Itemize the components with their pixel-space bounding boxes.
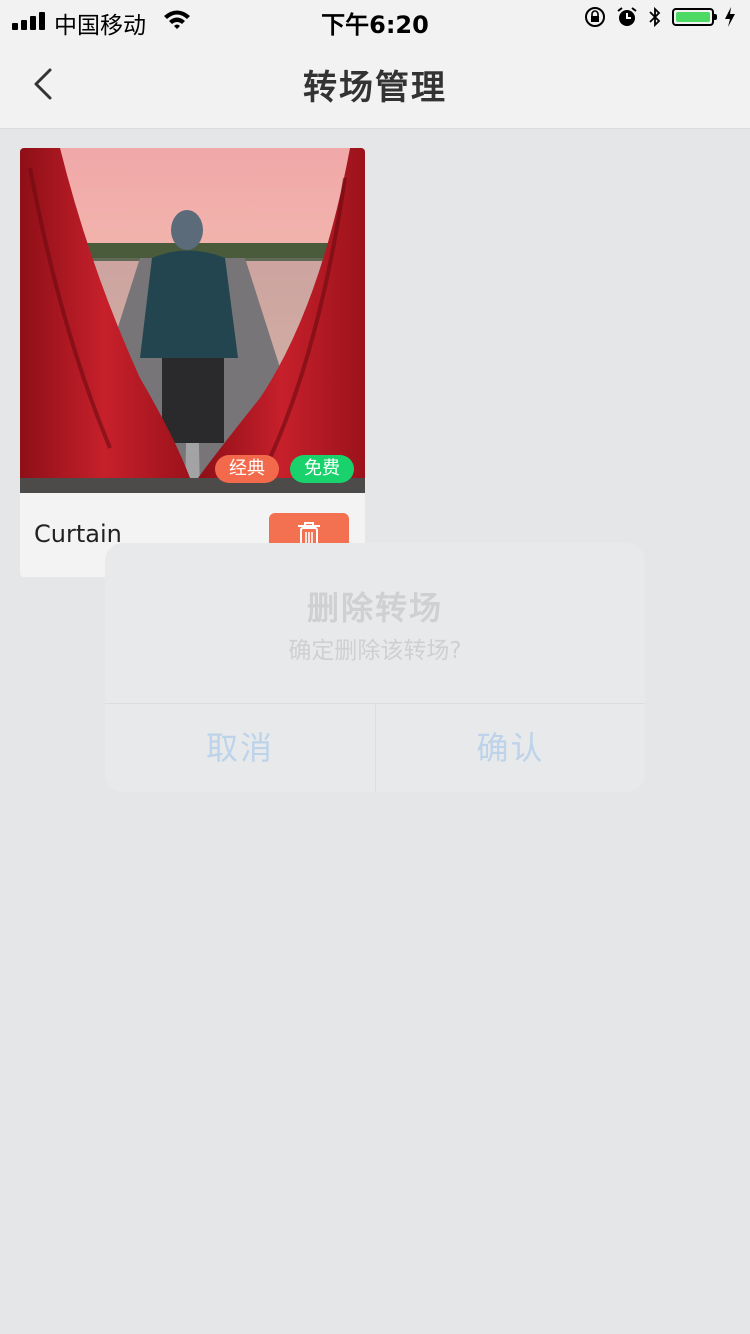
bluetooth-icon bbox=[649, 6, 661, 28]
status-bar: 中国移动 下午6:20 bbox=[0, 0, 750, 40]
dialog-title: 删除转场 bbox=[306, 589, 443, 627]
charging-icon bbox=[725, 7, 735, 27]
transition-name: Curtain bbox=[34, 520, 122, 548]
transition-card[interactable]: 经典 免费 Curtain bbox=[20, 148, 365, 577]
dialog-message: 确定删除该转场? bbox=[288, 638, 462, 664]
transition-thumbnail bbox=[20, 148, 365, 493]
confirm-button[interactable]: 确认 bbox=[376, 704, 645, 792]
alarm-icon bbox=[617, 7, 637, 26]
nav-bar: 转场管理 bbox=[0, 40, 750, 129]
cancel-button[interactable]: 取消 bbox=[105, 704, 375, 792]
battery-icon bbox=[672, 8, 717, 26]
tag-free: 免费 bbox=[290, 455, 354, 483]
orientation-lock-icon bbox=[585, 7, 605, 27]
tag-classic: 经典 bbox=[215, 455, 279, 483]
delete-dialog: 删除转场 确定删除该转场? 取消 确认 bbox=[105, 543, 645, 792]
page-title: 转场管理 bbox=[303, 68, 447, 108]
